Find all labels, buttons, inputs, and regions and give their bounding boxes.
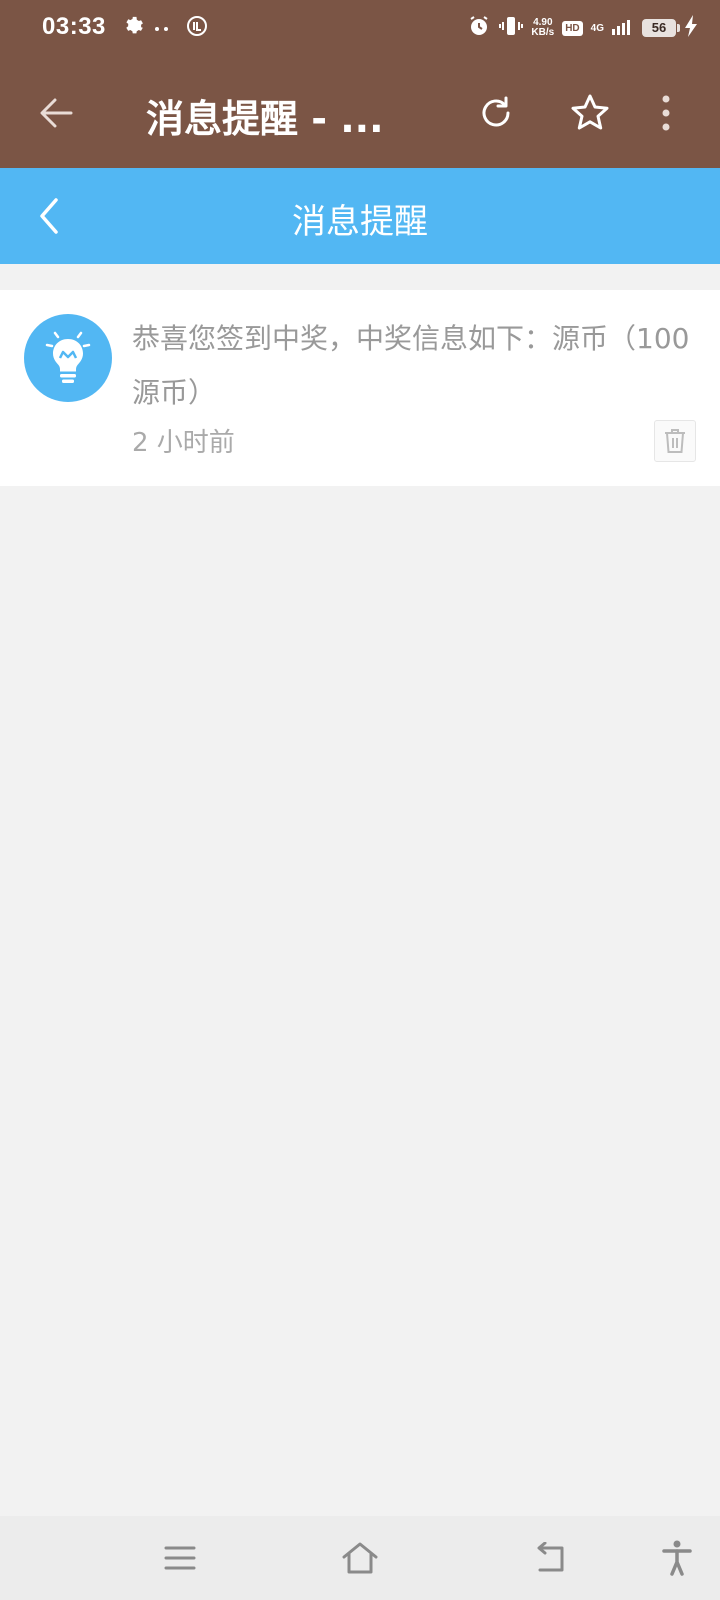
status-right-icons: 4.90 KB/s HD 4G 56 <box>467 14 698 42</box>
home-icon <box>342 1542 378 1574</box>
status-bar: 03:33 4.90 KB/s HD 4G 56 <box>0 0 720 58</box>
accessibility-icon <box>662 1540 692 1576</box>
message-time: 2 小时前 <box>132 428 235 458</box>
app-notification-icon <box>186 15 208 41</box>
refresh-icon <box>482 96 510 127</box>
favorite-button[interactable] <box>560 83 620 143</box>
trash-icon <box>665 429 685 453</box>
page-title: 消息提醒 - ... <box>146 97 384 141</box>
system-navigation-bar <box>0 1516 720 1600</box>
battery-indicator: 56 <box>642 19 680 37</box>
refresh-button[interactable] <box>466 83 526 143</box>
network-type: 4G <box>590 22 604 34</box>
nav-back-button[interactable] <box>525 1534 575 1582</box>
settings-gear-icon <box>122 15 144 41</box>
nav-menu-button[interactable] <box>155 1534 205 1582</box>
vibrate-icon <box>499 14 524 42</box>
arrow-left-icon <box>40 98 73 128</box>
message-text: 恭喜您签到中奖，中奖信息如下：源币（100源币） <box>132 322 690 409</box>
lightbulb-icon <box>45 331 91 383</box>
notification-dots-icon <box>154 19 176 38</box>
message-item[interactable]: 恭喜您签到中奖，中奖信息如下：源币（100源币） 2 小时前 <box>0 290 720 486</box>
network-speed: 4.90 KB/s <box>531 18 554 38</box>
back-button[interactable] <box>26 83 86 143</box>
status-left-icons <box>122 15 208 41</box>
status-time: 03:33 <box>42 13 106 40</box>
back-arrow-icon <box>537 1542 564 1572</box>
sub-header: 消息提醒 <box>0 168 720 264</box>
app-toolbar: 消息提醒 - ... <box>0 58 720 168</box>
network-speed-unit: KB/s <box>531 27 555 38</box>
signal-bars-icon <box>612 17 634 39</box>
more-vertical-icon <box>662 95 670 131</box>
sub-header-title: 消息提醒 <box>292 202 428 242</box>
alarm-icon <box>467 14 491 42</box>
delete-message-button[interactable] <box>654 420 696 462</box>
nav-accessibility-button[interactable] <box>652 1534 702 1582</box>
menu-icon <box>164 1546 196 1570</box>
hd-badge: HD <box>562 20 583 36</box>
message-avatar <box>24 314 112 402</box>
nav-home-button[interactable] <box>335 1534 385 1582</box>
more-options-button[interactable] <box>646 83 686 143</box>
charging-bolt-icon <box>684 14 698 42</box>
star-icon <box>571 94 609 130</box>
